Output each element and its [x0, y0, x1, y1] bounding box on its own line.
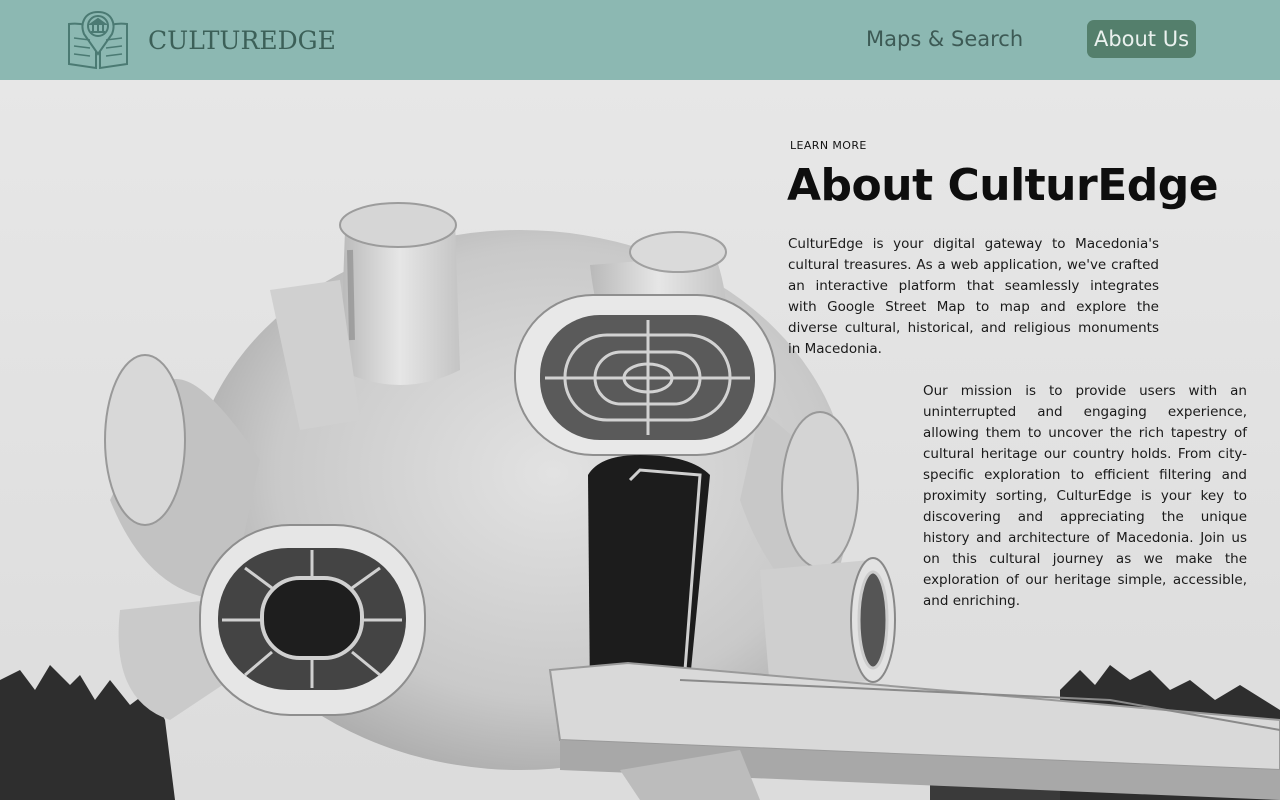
intro-paragraph: CulturEdge is your digital gateway to Ma… — [788, 236, 1159, 357]
mission-paragraph: Our mission is to provide users with an … — [923, 383, 1247, 609]
nav-about-us-button[interactable]: About Us — [1087, 20, 1196, 58]
site-header: CULTUREDGE Maps & Search About Us — [0, 0, 1280, 80]
page-title: About CulturEdge — [787, 160, 1219, 211]
brand-name[interactable]: CULTUREDGE — [148, 26, 336, 56]
nav-maps-search-link[interactable]: Maps & Search — [866, 25, 1023, 53]
learn-more-label: LEARN MORE — [790, 139, 867, 152]
museum-book-pin-icon[interactable] — [66, 8, 130, 70]
about-page: CULTUREDGE Maps & Search About Us LEARN … — [0, 0, 1280, 800]
